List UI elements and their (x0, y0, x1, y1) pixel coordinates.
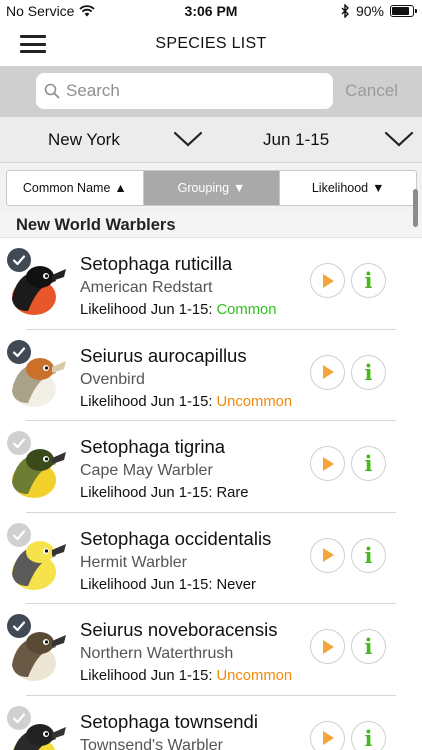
species-list[interactable]: New World Warblers Setophaga ruticilla Am… (0, 213, 422, 750)
play-icon (322, 273, 334, 288)
species-rows: Setophaga ruticilla American Redstart Like… (0, 238, 422, 750)
likelihood-text: Likelihood Jun 1-15: Rare (80, 485, 249, 501)
battery-percent: 90% (355, 3, 384, 19)
common-name: American Redstart (80, 279, 213, 296)
info-icon: i (364, 542, 373, 568)
info-button[interactable]: i (351, 537, 386, 573)
info-icon: i (364, 268, 373, 293)
likelihood-text: Likelihood Jun 1-15: Uncommon (80, 668, 292, 684)
page-title: SPECIES LIST (155, 35, 267, 52)
likelihood-status: Uncommon (216, 393, 293, 410)
sort-segmented-control: Common Name ▲ Grouping ▼ Likelihood ▼ (6, 170, 417, 206)
sort-common-name-button[interactable]: Common Name ▲ (7, 171, 144, 205)
play-icon (322, 548, 334, 562)
play-sound-button[interactable] (310, 446, 345, 481)
info-button[interactable]: i (351, 354, 386, 390)
info-icon: i (364, 359, 373, 385)
region-label: New York (48, 130, 120, 149)
checkmark-icon[interactable] (7, 614, 31, 638)
sort-label: Common Name (22, 181, 111, 195)
info-button[interactable]: i (351, 629, 386, 664)
scientific-name: Setophaga townsendi (80, 710, 258, 732)
sort-area: Common Name ▲ Grouping ▼ Likelihood ▼ (0, 163, 422, 213)
likelihood-status: Rare (216, 485, 249, 501)
play-icon (322, 731, 334, 745)
common-name: Northern Waterthrush (80, 645, 234, 662)
info-icon: i (364, 725, 373, 750)
chevron-down-icon[interactable] (173, 130, 203, 148)
likelihood-label: Likelihood Jun 1-15: (80, 302, 213, 318)
likelihood-text: Likelihood Jun 1-15: Never (80, 577, 256, 593)
list-item[interactable]: Setophaga occidentalis Hermit Warbler Like… (0, 513, 422, 604)
checkmark-icon[interactable] (7, 705, 31, 730)
group-header: New World Warblers (0, 213, 422, 238)
sort-arrow-icon: ▼ (233, 181, 246, 195)
status-right: 90% (341, 3, 417, 19)
common-name: Townsend's Warbler (80, 736, 223, 750)
status-bar: No Service 3:06 PM 90% (0, 0, 422, 22)
common-name: Hermit Warbler (80, 553, 187, 571)
scrollbar[interactable] (413, 189, 418, 227)
likelihood-status: Common (216, 302, 277, 318)
play-icon (322, 639, 334, 654)
likelihood-label: Likelihood Jun 1-15: (80, 393, 213, 410)
play-sound-button[interactable] (310, 629, 345, 664)
likelihood-status: Never (216, 576, 256, 593)
sort-likelihood-button[interactable]: Likelihood ▼ (280, 171, 416, 205)
play-sound-button[interactable] (310, 263, 345, 298)
sort-grouping-button[interactable]: Grouping ▼ (143, 171, 281, 205)
region-selector[interactable]: New York (48, 117, 120, 163)
common-name: Cape May Warbler (80, 462, 213, 479)
bluetooth-icon (341, 4, 349, 18)
date-range-selector[interactable]: Jun 1-15 (263, 117, 329, 163)
play-sound-button[interactable] (310, 537, 345, 573)
sort-label: Likelihood (311, 181, 369, 195)
likelihood-label: Likelihood Jun 1-15: (80, 668, 213, 684)
play-icon (322, 365, 334, 379)
list-item[interactable]: Setophaga tigrina Cape May Warbler Likelih… (0, 421, 422, 513)
search-bar: Cancel (0, 66, 422, 117)
info-icon: i (364, 634, 373, 659)
battery-fill (392, 7, 410, 15)
list-item[interactable]: Setophaga ruticilla American Redstart Like… (0, 238, 422, 330)
likelihood-text: Likelihood Jun 1-15: Common (80, 302, 276, 318)
battery-icon (390, 5, 417, 17)
scientific-name: Seiurus noveboracensis (80, 619, 278, 640)
list-item[interactable]: Seiurus aurocapillus Ovenbird Likelihood J… (0, 330, 422, 421)
sort-label: Grouping (177, 181, 230, 195)
list-item[interactable]: Setophaga townsendi Townsend's Warbler i (0, 696, 422, 750)
scientific-name: Setophaga tigrina (80, 436, 226, 457)
search-field[interactable] (36, 73, 333, 109)
chevron-down-icon[interactable] (384, 130, 414, 148)
likelihood-text: Likelihood Jun 1-15: Uncommon (80, 394, 292, 410)
info-button[interactable]: i (351, 446, 386, 481)
play-sound-button[interactable] (310, 354, 345, 390)
scientific-name: Seiurus aurocapillus (80, 344, 247, 366)
date-range-label: Jun 1-15 (263, 130, 330, 149)
checkmark-icon[interactable] (7, 522, 31, 547)
checkmark-icon[interactable] (7, 339, 31, 364)
info-icon: i (364, 451, 373, 476)
info-button[interactable]: i (351, 263, 386, 298)
sort-arrow-icon: ▲ (114, 181, 127, 195)
search-input[interactable] (66, 81, 306, 101)
likelihood-status: Uncommon (216, 668, 293, 684)
cancel-button[interactable]: Cancel (345, 81, 398, 101)
checkmark-icon[interactable] (7, 248, 31, 272)
list-item[interactable]: Seiurus noveboracensis Northern Waterthru… (0, 604, 422, 696)
play-icon (322, 456, 334, 471)
scientific-name: Setophaga ruticilla (80, 253, 233, 274)
play-sound-button[interactable] (310, 720, 345, 750)
scientific-name: Setophaga occidentalis (80, 527, 272, 549)
checkmark-icon[interactable] (7, 431, 31, 455)
nav-bar: SPECIES LIST (0, 22, 422, 66)
likelihood-label: Likelihood Jun 1-15: (80, 485, 213, 501)
info-button[interactable]: i (351, 720, 386, 750)
likelihood-label: Likelihood Jun 1-15: (80, 576, 213, 593)
filter-bar: New York Jun 1-15 (0, 117, 422, 163)
search-icon (44, 83, 60, 99)
common-name: Ovenbird (80, 370, 145, 388)
sort-arrow-icon: ▼ (372, 181, 385, 195)
